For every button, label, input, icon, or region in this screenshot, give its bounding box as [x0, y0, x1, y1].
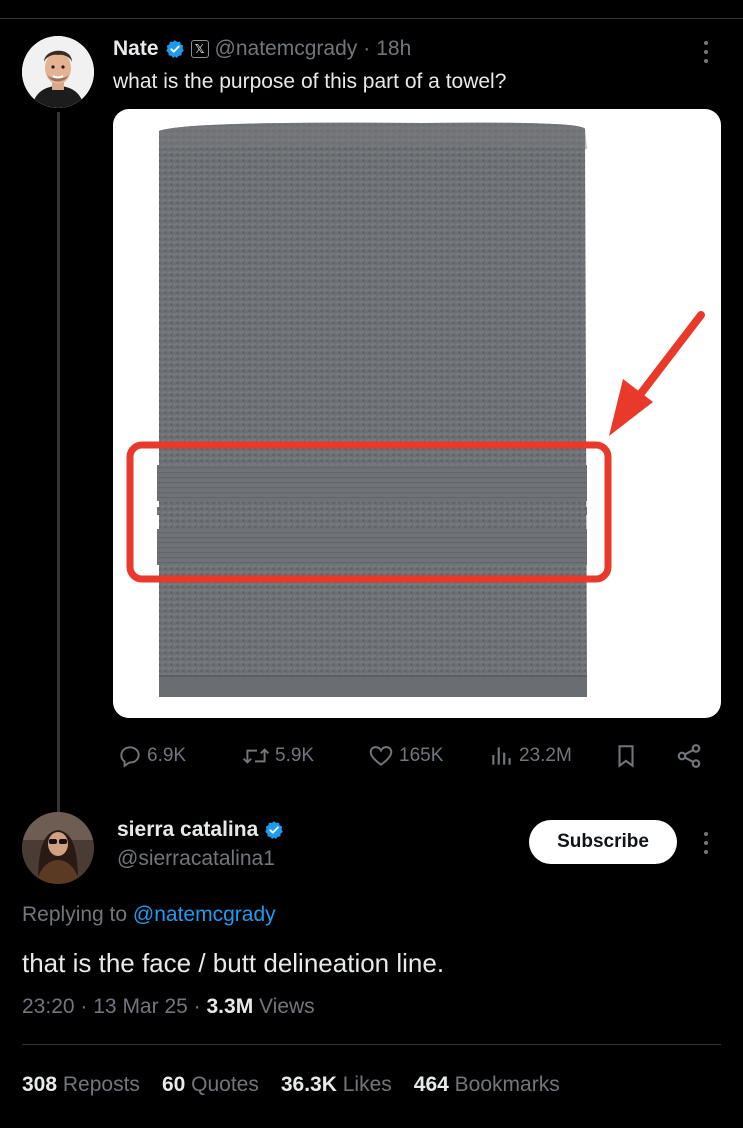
top-divider: [0, 18, 743, 19]
repost-icon: [242, 748, 270, 764]
stat-quotes[interactable]: 60 Quotes: [162, 1073, 259, 1097]
verified-badge-icon: [265, 821, 284, 839]
tweet-actions: 6.9K 5.9K 165K 23.2M: [113, 736, 713, 776]
more-icon[interactable]: [703, 832, 709, 854]
bookmark-icon: [618, 745, 634, 768]
reply-text: that is the face / butt delineation line…: [22, 948, 445, 978]
bookmark-button[interactable]: [613, 736, 639, 776]
reply-icon: [120, 746, 140, 768]
views-button[interactable]: 23.2M: [489, 736, 572, 776]
author-name[interactable]: Nate: [113, 37, 159, 61]
like-button[interactable]: 165K: [367, 736, 443, 776]
meta-separator: ·: [80, 995, 88, 1018]
more-icon[interactable]: [703, 41, 709, 63]
reply-author-row: sierra catalina: [117, 818, 284, 842]
avatar-sierra-image: [22, 812, 94, 884]
replying-handle-link[interactable]: @natemcgrady: [133, 903, 276, 926]
views-icon: [492, 747, 511, 765]
reply-views-label: Views: [259, 995, 315, 1018]
towel-image: [126, 122, 705, 698]
meta-separator: ·: [193, 995, 201, 1018]
stat-likes[interactable]: 36.3K Likes: [281, 1073, 392, 1097]
reply-avatar[interactable]: [22, 812, 94, 884]
reply-count: 6.9K: [147, 745, 187, 766]
engagement-stats: 308 Reposts 60 Quotes 36.3K Likes 464 Bo…: [22, 1073, 560, 1097]
thread-line: [57, 112, 60, 812]
stat-reposts[interactable]: 308 Reposts: [22, 1073, 140, 1097]
reply-meta: 23:20 · 13 Mar 25 · 3.3M Views: [22, 995, 315, 1019]
reply-author-name[interactable]: sierra catalina: [117, 818, 258, 842]
avatar[interactable]: [22, 36, 94, 108]
tweet-media[interactable]: [113, 109, 721, 718]
like-count: 165K: [399, 745, 444, 766]
verified-badge-icon: [165, 40, 184, 58]
subscribe-button[interactable]: Subscribe: [529, 820, 677, 864]
author-handle[interactable]: @natemcgrady: [215, 37, 358, 61]
avatar-nate-image: [22, 36, 94, 108]
reply-date[interactable]: 13 Mar 25: [93, 995, 188, 1018]
share-button[interactable]: [675, 736, 703, 776]
stat-label: Quotes: [191, 1073, 259, 1096]
stat-count: 464: [413, 1073, 449, 1096]
stat-label: Reposts: [62, 1073, 140, 1096]
stat-count: 308: [22, 1073, 58, 1096]
stat-count: 60: [161, 1073, 186, 1096]
tweet-header: Nate 𝕏 @natemcgrady · 18h: [113, 34, 411, 64]
stat-label: Likes: [342, 1073, 392, 1096]
reply-button[interactable]: 6.9K: [117, 736, 186, 776]
views-count: 23.2M: [519, 745, 572, 766]
separator: ·: [363, 37, 371, 60]
reply-time[interactable]: 23:20: [22, 995, 75, 1018]
repost-button[interactable]: 5.9K: [241, 736, 314, 776]
tweet-text: what is the purpose of this part of a to…: [113, 70, 507, 93]
reply-author-handle[interactable]: @sierracatalina1: [117, 847, 275, 871]
divider: [22, 1044, 721, 1045]
reply-views-count: 3.3M: [206, 995, 254, 1018]
share-icon: [677, 744, 701, 768]
stat-count: 36.3K: [280, 1073, 337, 1096]
like-icon: [369, 746, 393, 766]
stat-label: Bookmarks: [454, 1073, 560, 1096]
replying-to: Replying to @natemcgrady: [22, 903, 276, 927]
tweet-time[interactable]: 18h: [376, 37, 411, 61]
replying-prefix: Replying to: [22, 903, 133, 926]
repost-count: 5.9K: [275, 745, 315, 766]
x-affiliate-icon: 𝕏: [190, 40, 209, 58]
stat-bookmarks[interactable]: 464 Bookmarks: [414, 1073, 560, 1097]
